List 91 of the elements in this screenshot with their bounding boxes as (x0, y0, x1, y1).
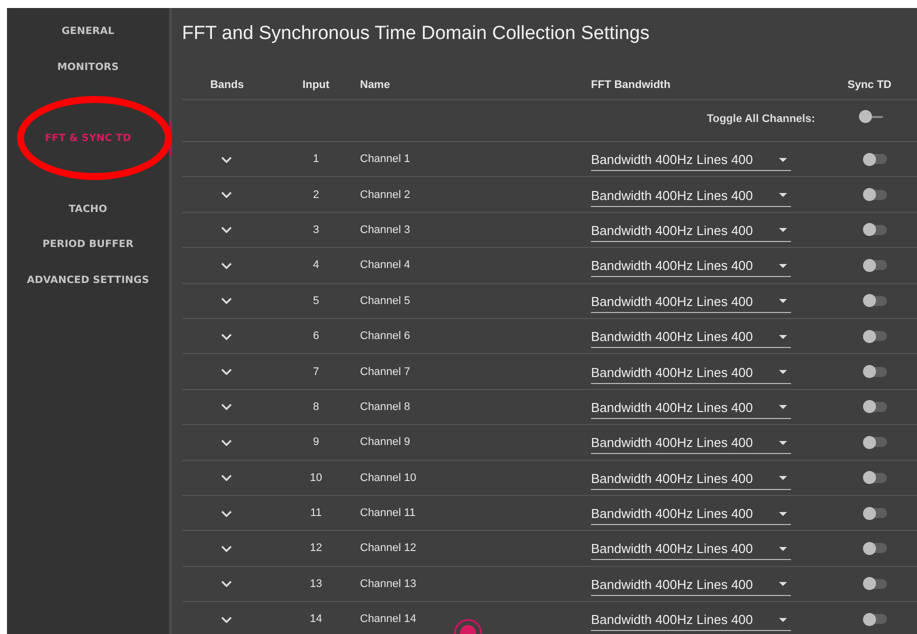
dropdown-caret-icon (779, 618, 787, 622)
sync-td-switch[interactable] (862, 400, 886, 414)
bandwidth-dropdown[interactable]: Bandwidth 400Hz Lines 400 (591, 362, 791, 384)
dropdown-caret-icon (779, 299, 787, 304)
dropdown-caret-icon (779, 158, 787, 162)
sidebar-item[interactable]: TACHO (7, 192, 169, 227)
channel-name: Channel 11 (360, 507, 416, 520)
sync-td-switch[interactable] (862, 471, 886, 484)
input-number: 12 (310, 542, 322, 554)
input-number: 3 (312, 224, 320, 236)
expand-chevron-icon[interactable] (220, 189, 232, 200)
input-number: 1 (312, 153, 320, 166)
input-number: 5 (312, 294, 320, 307)
expand-chevron-icon[interactable] (220, 295, 232, 306)
expand-chevron-icon[interactable] (220, 578, 232, 590)
dropdown-caret-icon (779, 512, 787, 516)
input-number: 2 (312, 188, 320, 201)
bandwidth-dropdown[interactable]: Bandwidth 400Hz Lines 400 (591, 290, 791, 313)
sync-td-switch[interactable] (862, 152, 886, 166)
channel-name: Channel 1 (360, 153, 410, 166)
channel-name: Channel 10 (360, 472, 416, 484)
sync-td-switch[interactable] (862, 436, 886, 449)
dropdown-caret-icon (779, 582, 787, 586)
channel-name: Channel 12 (360, 542, 416, 554)
column-header: Name (360, 78, 390, 90)
input-number: 8 (312, 400, 320, 413)
sync-td-switch[interactable] (862, 542, 886, 555)
column-header: Bands (210, 78, 244, 90)
input-number: 10 (310, 472, 322, 484)
input-number: 14 (310, 613, 322, 626)
channel-name: Channel 9 (360, 436, 410, 448)
channel-name: Channel 14 (360, 613, 416, 626)
sync-td-switch[interactable] (862, 188, 886, 202)
channel-name: Channel 4 (360, 259, 410, 272)
column-header: Sync TD (847, 78, 892, 90)
bandwidth-dropdown[interactable]: Bandwidth 400Hz Lines 400 (591, 538, 791, 560)
expand-chevron-icon[interactable] (220, 401, 232, 412)
channel-name: Channel 6 (360, 330, 410, 342)
sync-td-switch[interactable] (862, 577, 886, 590)
dropdown-caret-icon (779, 476, 787, 480)
bandwidth-dropdown[interactable]: Bandwidth 400Hz Lines 400 (591, 326, 791, 348)
bandwidth-dropdown[interactable]: Bandwidth 400Hz Lines 400 (591, 255, 791, 278)
expand-chevron-icon[interactable] (220, 472, 232, 484)
column-header: Input (302, 78, 330, 90)
input-number: 9 (312, 436, 320, 448)
sync-td-switch[interactable] (862, 294, 886, 308)
dropdown-caret-icon (779, 264, 787, 268)
page-title: FFT and Synchronous Time Domain Collection Settings (181, 22, 650, 46)
bandwidth-dropdown[interactable]: Bandwidth 400Hz Lines 400 (591, 432, 791, 454)
bandwidth-dropdown[interactable]: Bandwidth 400Hz Lines 400 (591, 184, 791, 207)
dropdown-caret-icon (779, 546, 787, 551)
bandwidth-dropdown[interactable]: Bandwidth 400Hz Lines 400 (591, 220, 791, 242)
input-number: 13 (310, 578, 322, 590)
sidebar-item[interactable]: MONITORS (7, 50, 169, 85)
sidebar-item[interactable]: PERIOD BUFFER (7, 227, 169, 262)
sync-td-switch[interactable] (862, 506, 886, 520)
dropdown-caret-icon (779, 193, 787, 198)
expand-chevron-icon[interactable] (220, 366, 232, 378)
input-number: 11 (310, 507, 322, 520)
dropdown-caret-icon (779, 334, 787, 339)
input-number: 6 (312, 330, 320, 342)
channel-name: Channel 5 (360, 294, 410, 307)
bandwidth-dropdown[interactable]: Bandwidth 400Hz Lines 400 (591, 468, 791, 490)
sync-td-switch[interactable] (862, 258, 886, 272)
channel-name: Channel 8 (360, 400, 410, 413)
bandwidth-dropdown[interactable]: Bandwidth 400Hz Lines 400 (591, 149, 791, 172)
dropdown-caret-icon (779, 228, 787, 232)
sidebar-item[interactable]: ADVANCED SETTINGS (7, 262, 169, 298)
sync-td-switch[interactable] (862, 612, 886, 626)
input-number: 7 (312, 366, 320, 378)
channel-name: Channel 7 (360, 366, 410, 378)
expand-chevron-icon[interactable] (220, 224, 232, 236)
sync-td-switch[interactable] (862, 330, 886, 343)
active-indicator (169, 120, 172, 156)
bandwidth-dropdown[interactable]: Bandwidth 400Hz Lines 400 (591, 609, 791, 632)
channel-name: Channel 13 (360, 578, 416, 590)
bandwidth-dropdown[interactable]: Bandwidth 400Hz Lines 400 (591, 574, 791, 596)
bandwidth-dropdown[interactable]: Bandwidth 400Hz Lines 400 (591, 396, 791, 419)
toggle-all-label: Toggle All Channels: (706, 112, 815, 124)
bandwidth-dropdown[interactable]: Bandwidth 400Hz Lines 400 (591, 503, 791, 526)
sidebar-item[interactable]: GENERAL (7, 14, 169, 50)
dropdown-caret-icon (779, 405, 787, 410)
toggle-all-switch[interactable] (859, 110, 883, 123)
dropdown-caret-icon (779, 440, 787, 445)
sync-td-switch[interactable] (862, 365, 886, 378)
input-number: 4 (312, 259, 320, 272)
channel-name: Channel 2 (360, 188, 410, 201)
dropdown-caret-icon (779, 370, 787, 374)
sync-td-switch[interactable] (862, 223, 886, 236)
column-header: FFT Bandwidth (591, 78, 670, 90)
channel-name: Channel 3 (360, 224, 410, 236)
